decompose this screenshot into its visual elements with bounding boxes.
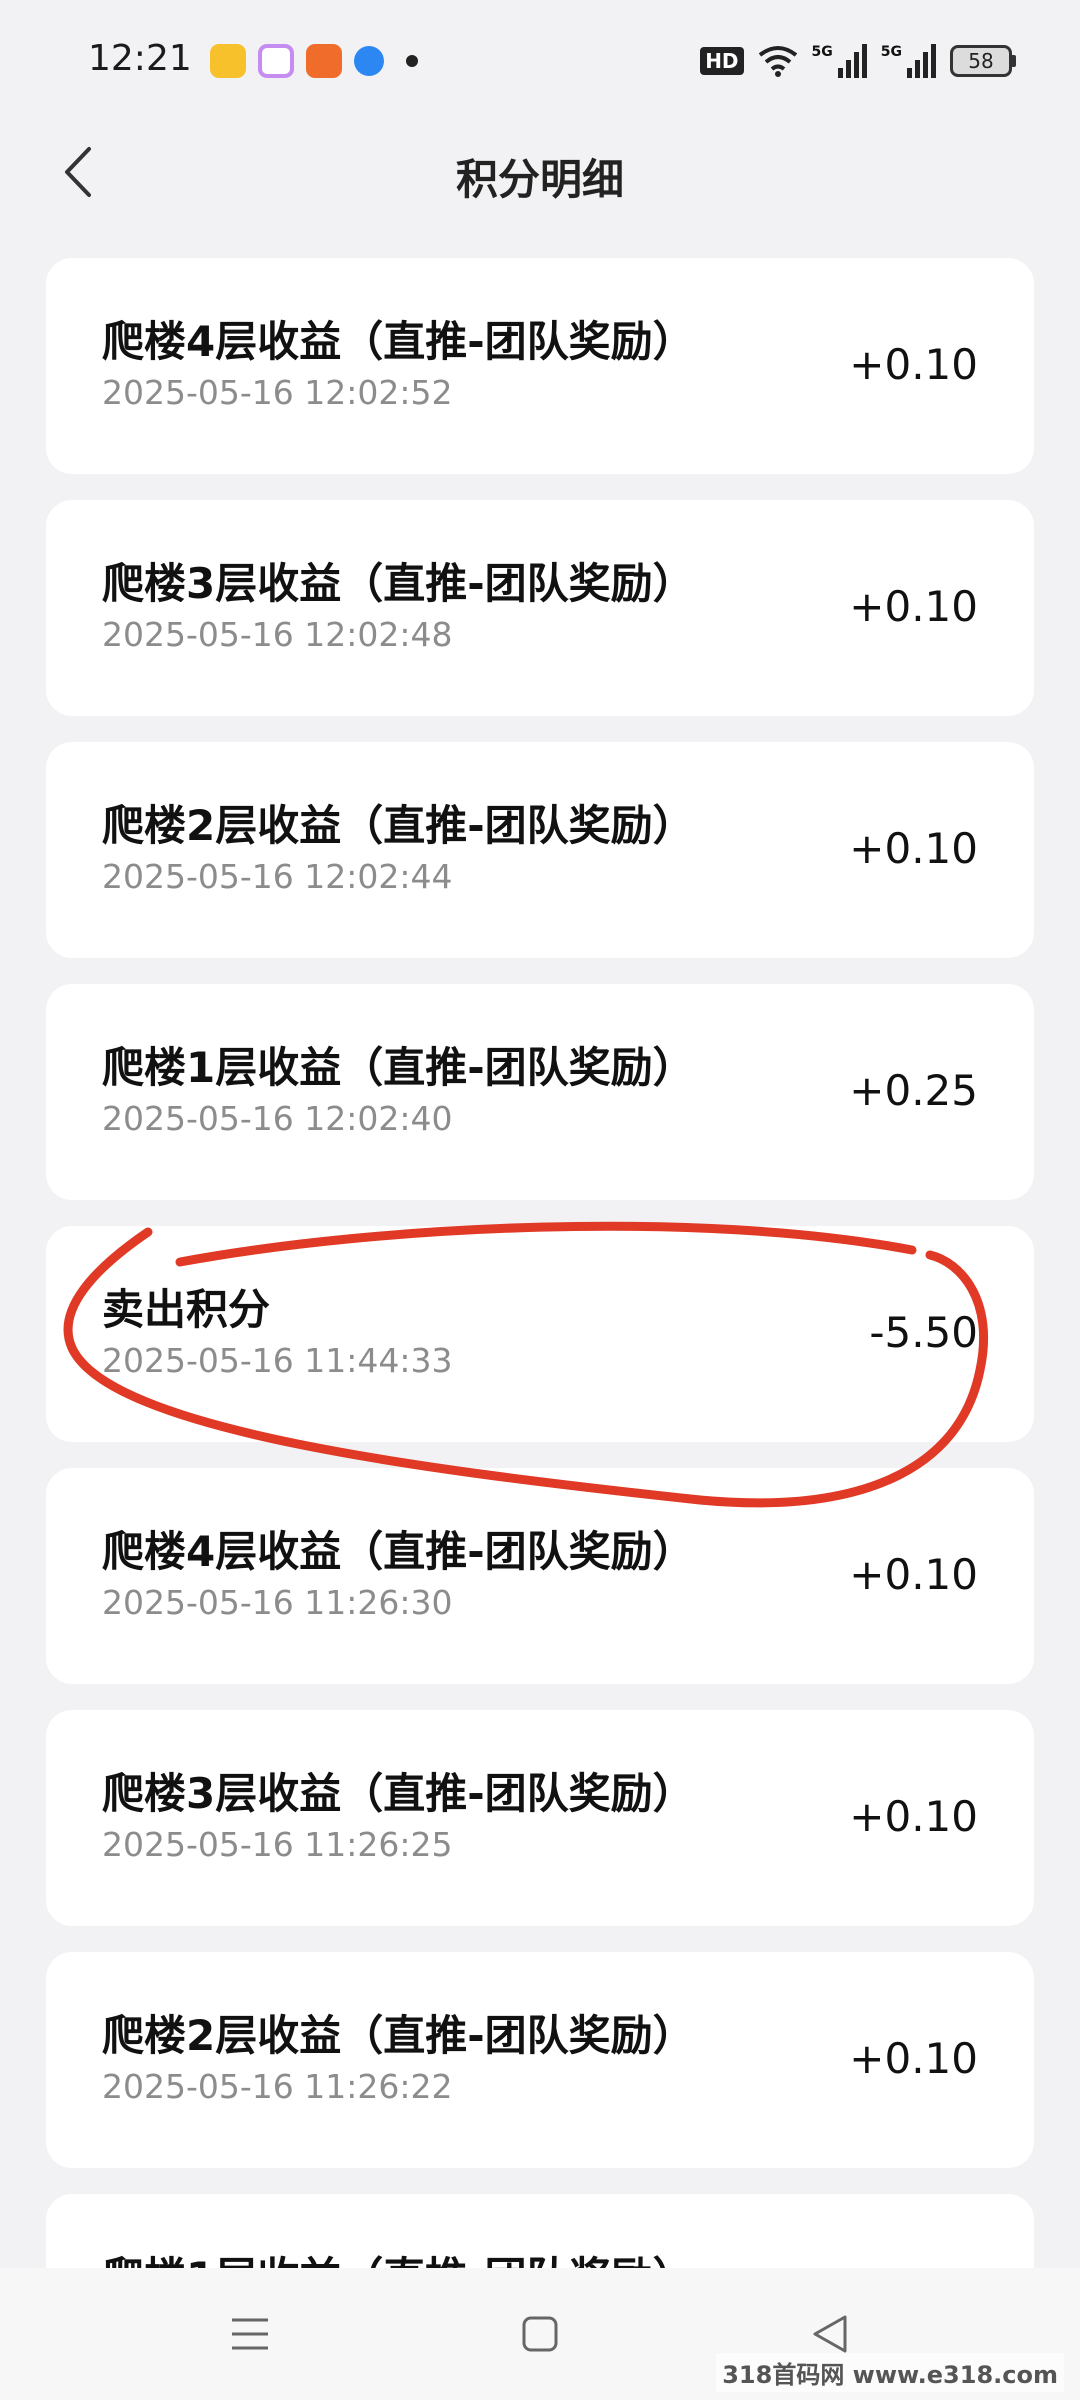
status-time: 12:21: [88, 38, 192, 79]
record-amount: +0.10: [849, 1550, 978, 1599]
record-amount: +0.25: [849, 1066, 978, 1115]
record-title: 爬楼4层收益（直推-团队奖励）: [102, 317, 695, 366]
record-amount: +0.10: [849, 582, 978, 631]
app-notification-icon: [354, 46, 384, 76]
record-time: 2025-05-16 12:02:40: [102, 1099, 453, 1138]
home-icon: [522, 2316, 558, 2352]
signal-icon: 5G: [812, 44, 867, 78]
page-title: 积分明细: [455, 155, 624, 204]
recents-button[interactable]: [220, 2304, 280, 2364]
battery-icon: 58: [950, 45, 1016, 77]
record-amount: +0.10: [849, 2034, 978, 2083]
record-time: 2025-05-16 11:26:22: [102, 2067, 453, 2106]
page-header: 积分明细: [0, 120, 1080, 230]
record-amount: +0.10: [849, 1792, 978, 1841]
record-time: 2025-05-16 12:02:44: [102, 857, 453, 896]
record-title: 爬楼2层收益（直推-团队奖励）: [102, 2011, 695, 2060]
app-notification-icon: [306, 44, 342, 78]
record-title: 爬楼4层收益（直推-团队奖励）: [102, 1527, 695, 1576]
record-card[interactable]: 爬楼4层收益（直推-团队奖励） 2025-05-16 12:02:52 +0.1…: [46, 258, 1034, 474]
record-card[interactable]: 爬楼3层收益（直推-团队奖励） 2025-05-16 11:26:25 +0.1…: [46, 1710, 1034, 1926]
record-card-sell-points[interactable]: 卖出积分 2025-05-16 11:44:33 -5.50: [46, 1226, 1034, 1442]
record-time: 2025-05-16 11:26:25: [102, 1825, 453, 1864]
record-time: 2025-05-16 11:44:33: [102, 1341, 453, 1380]
battery-level: 58: [950, 45, 1012, 77]
record-title: 爬楼2层收益（直推-团队奖励）: [102, 801, 695, 850]
record-time: 2025-05-16 12:02:48: [102, 615, 453, 654]
wifi-icon: [758, 46, 797, 77]
watermark: 318首码网 www.e318.com: [716, 2353, 1064, 2392]
menu-icon: [232, 2318, 268, 2350]
record-amount: +0.10: [849, 340, 978, 389]
record-title: 爬楼3层收益（直推-团队奖励）: [102, 1769, 695, 1818]
record-card[interactable]: 爬楼2层收益（直推-团队奖励） 2025-05-16 11:26:22 +0.1…: [46, 1952, 1034, 2168]
record-card[interactable]: 爬楼4层收益（直推-团队奖励） 2025-05-16 11:26:30 +0.1…: [46, 1468, 1034, 1684]
back-triangle-icon: [813, 2315, 847, 2353]
record-card[interactable]: 爬楼3层收益（直推-团队奖励） 2025-05-16 12:02:48 +0.1…: [46, 500, 1034, 716]
record-time: 2025-05-16 12:02:52: [102, 373, 453, 412]
record-amount: -5.50: [869, 1308, 978, 1357]
more-notifications-dot: [406, 55, 418, 67]
home-button[interactable]: [510, 2304, 570, 2364]
signal-icon: 5G: [881, 44, 936, 78]
record-amount: +0.10: [849, 824, 978, 873]
app-notification-icon: [258, 44, 294, 78]
notification-icons: [210, 44, 418, 78]
hd-icon: HD: [700, 47, 744, 75]
app-notification-icon: [210, 44, 246, 78]
system-icons: HD 5G 5G 58: [700, 44, 1016, 78]
record-card[interactable]: 爬楼2层收益（直推-团队奖励） 2025-05-16 12:02:44 +0.1…: [46, 742, 1034, 958]
record-title: 爬楼3层收益（直推-团队奖励）: [102, 559, 695, 608]
record-time: 2025-05-16 11:26:30: [102, 1583, 453, 1622]
status-bar: 12:21 HD 5G 5G 58: [0, 0, 1080, 120]
record-title: 卖出积分: [102, 1285, 271, 1334]
points-record-list: 爬楼4层收益（直推-团队奖励） 2025-05-16 12:02:52 +0.1…: [46, 258, 1034, 2400]
record-card[interactable]: 爬楼1层收益（直推-团队奖励） 2025-05-16 12:02:40 +0.2…: [46, 984, 1034, 1200]
record-title: 爬楼1层收益（直推-团队奖励）: [102, 1043, 695, 1092]
